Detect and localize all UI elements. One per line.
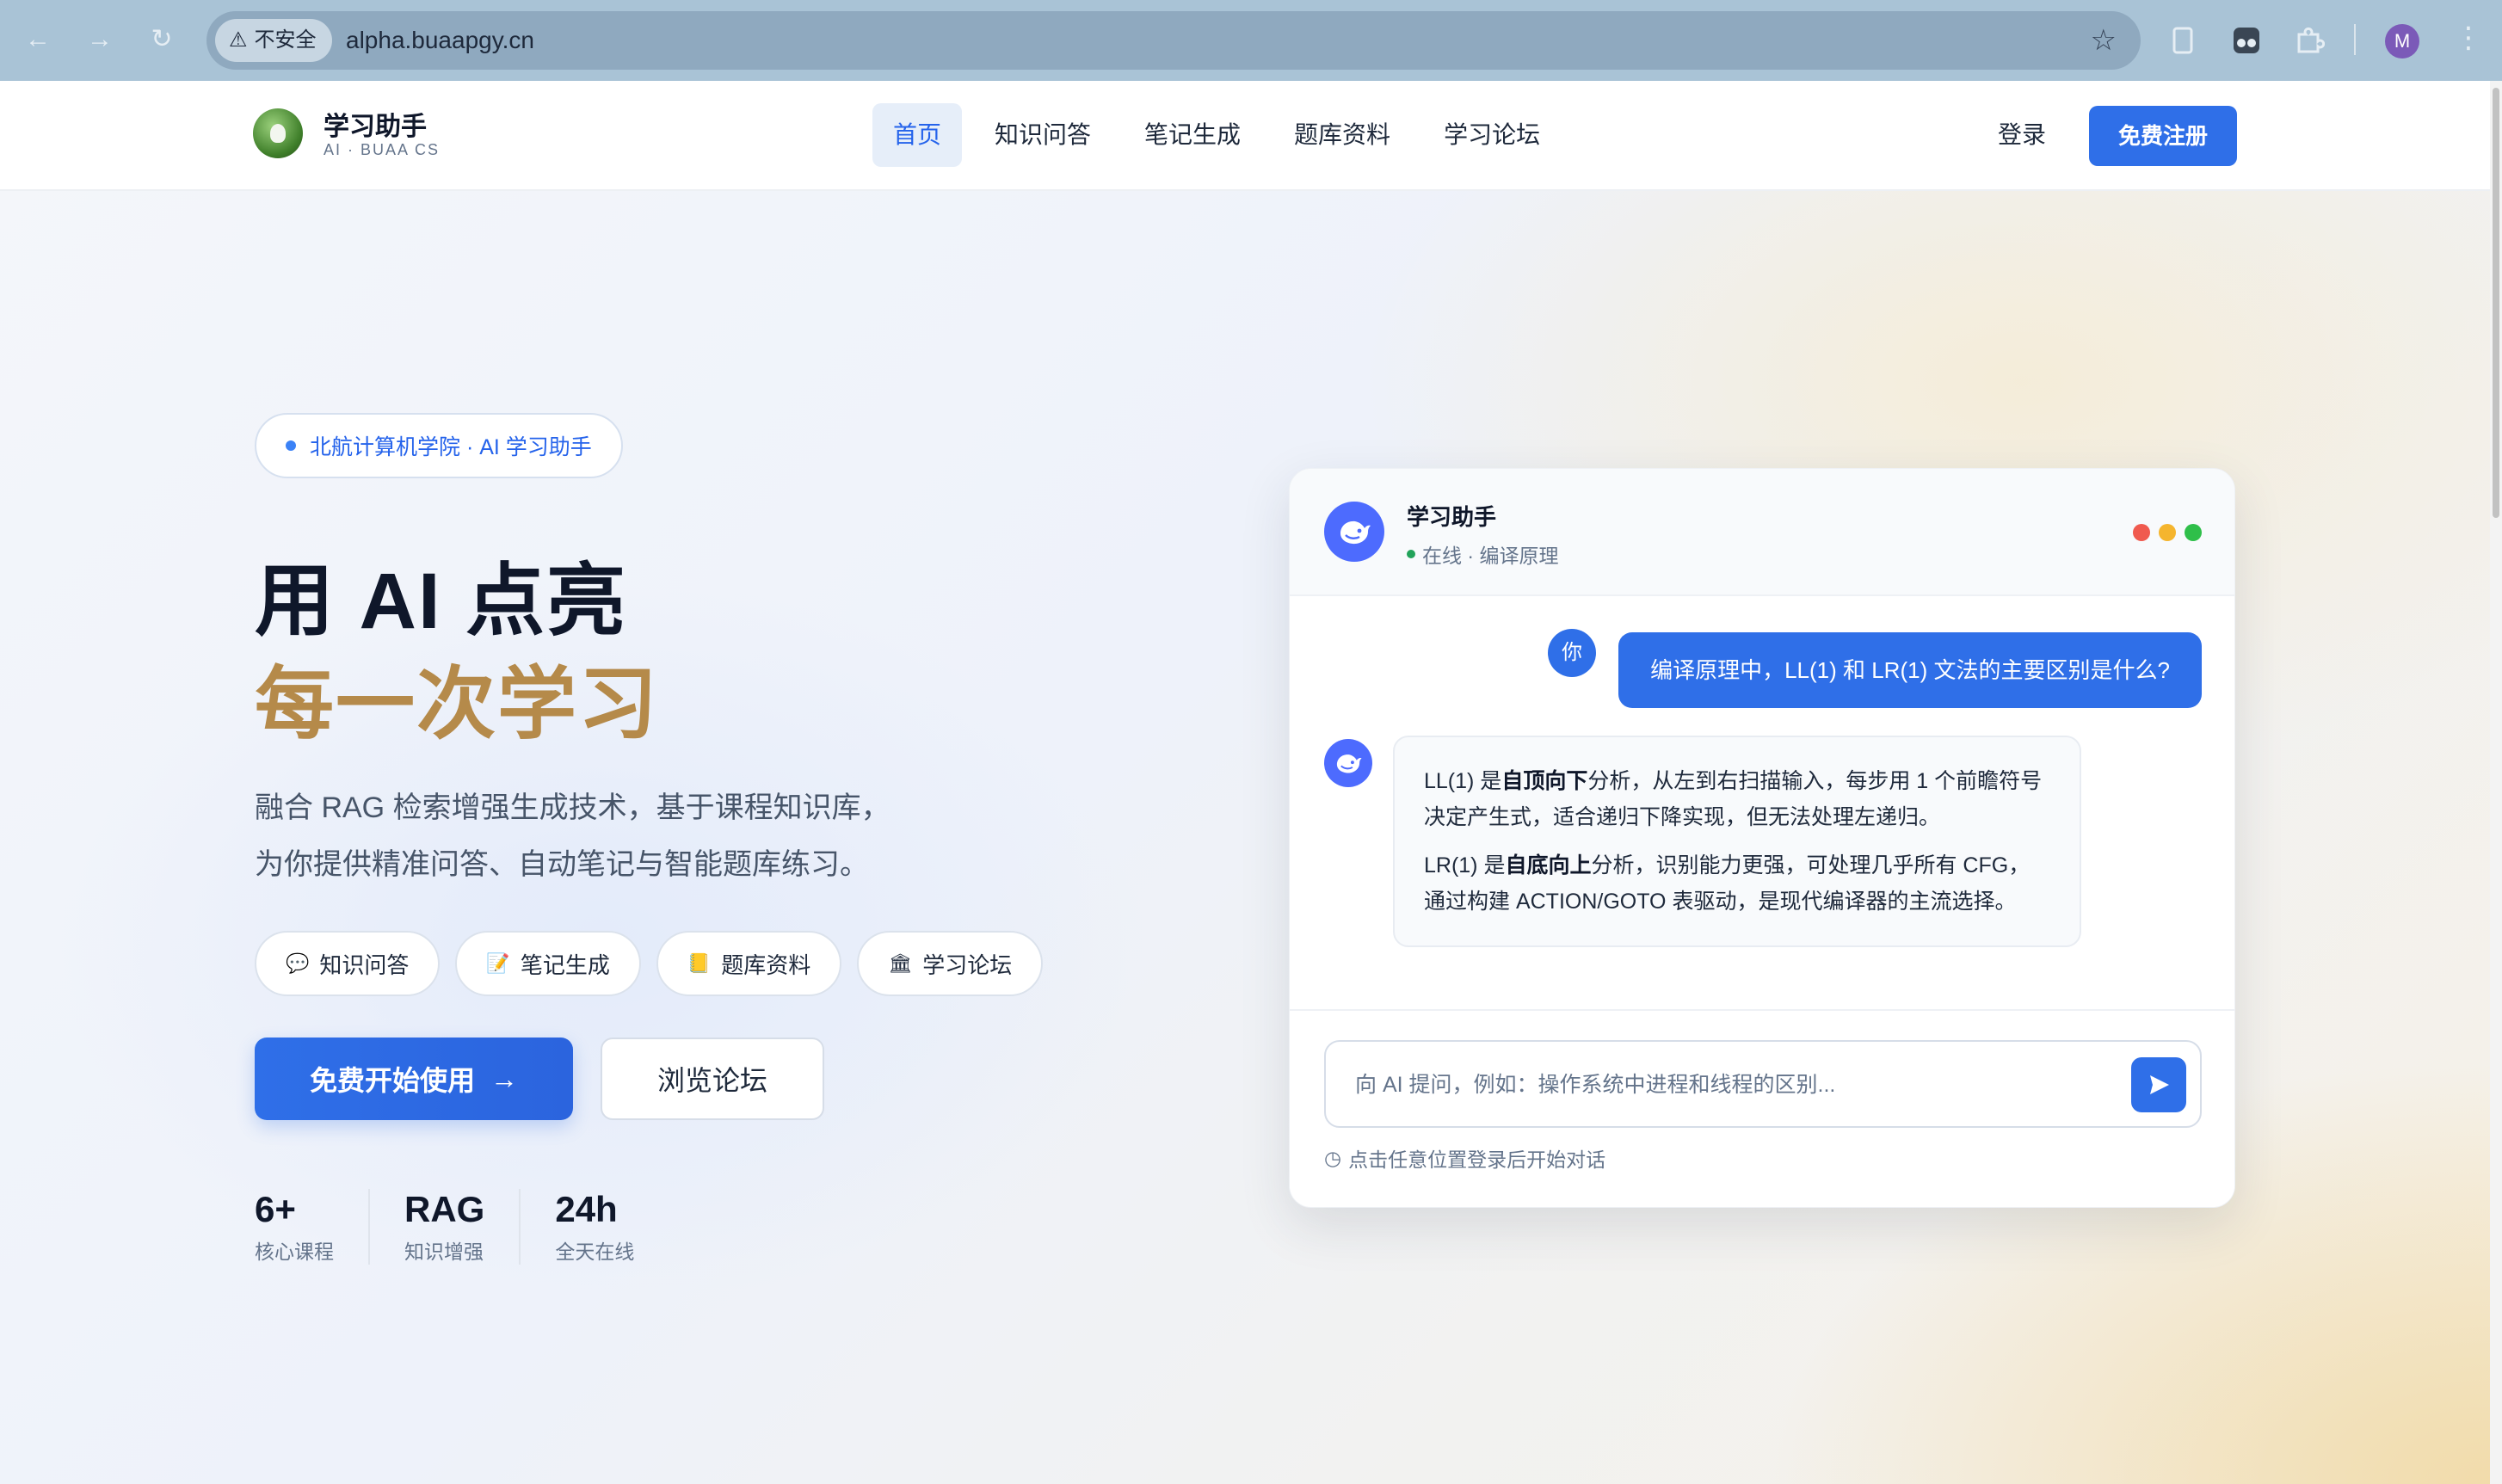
user-avatar: 你 — [1548, 629, 1596, 677]
chat-status-text: 在线 · 编译原理 — [1422, 545, 1559, 567]
reload-icon[interactable]: ↻ — [145, 22, 179, 57]
assistant-message: LL(1) 是自顶向下分析，从左到右扫描输入，每步用 1 个前瞻符号决定产生式，… — [1393, 736, 2081, 947]
chat-title: 学习助手 — [1407, 504, 1497, 530]
yellow-dot-icon — [2159, 524, 2176, 541]
chat-footer: 向 AI 提问，例如：操作系统中进程和线程的区别... ◷ 点击任意位置登录后开… — [1290, 1009, 2234, 1207]
security-indicator[interactable]: ⚠ 不安全 — [215, 19, 332, 62]
badge-dot-icon — [286, 440, 296, 451]
nav-item-question-bank[interactable]: 题库资料 — [1273, 103, 1411, 167]
browser-toolbar: ← → ↻ ⚠ 不安全 alpha.buaapgy.cn ☆ M ⋮ — [0, 0, 2502, 81]
stats-row: 6+ 核心课程 RAG 知识增强 24h 全天在线 — [255, 1189, 703, 1265]
chat-input-placeholder: 向 AI 提问，例如：操作系统中进程和线程的区别... — [1355, 1073, 1836, 1097]
answer-paragraph-ll1: LL(1) 是自顶向下分析，从左到右扫描输入，每步用 1 个前瞻符号决定产生式，… — [1424, 769, 2043, 829]
feature-chips: 💬 知识问答 📝 笔记生成 📒 题库资料 🏛 学习论坛 — [255, 931, 1044, 996]
nav-item-qa[interactable]: 知识问答 — [974, 103, 1112, 167]
browse-forum-button[interactable]: 浏览论坛 — [601, 1038, 824, 1120]
nav-item-home[interactable]: 首页 — [872, 103, 963, 167]
signup-button[interactable]: 免费注册 — [2089, 106, 2237, 166]
arrow-right-icon: → — [490, 1062, 518, 1094]
back-arrow-icon[interactable]: ← — [21, 22, 55, 57]
address-bar[interactable]: ⚠ 不安全 alpha.buaapgy.cn ☆ — [206, 11, 2141, 70]
user-message: 编译原理中，LL(1) 和 LR(1) 文法的主要区别是什么? — [1618, 632, 2202, 708]
url-text[interactable]: alpha.buaapgy.cn — [346, 11, 534, 70]
stat-value: 24h — [555, 1189, 618, 1229]
send-arrow-icon — [2150, 1075, 2169, 1094]
clock-icon: ◷ — [1324, 1146, 1342, 1169]
warning-triangle-icon: ⚠ — [229, 28, 248, 52]
chip-qa[interactable]: 💬 知识问答 — [255, 931, 441, 996]
stat-value: RAG — [404, 1189, 485, 1229]
hero-badge-label: 北航计算机学院 · AI 学习助手 — [310, 435, 592, 459]
toolbar-divider — [2354, 24, 2356, 55]
main-nav: 首页 知识问答 笔记生成 题库资料 学习论坛 — [872, 103, 1561, 167]
chat-status: 在线 · 编译原理 — [1407, 539, 1558, 569]
stat-label: 知识增强 — [404, 1241, 484, 1263]
forward-arrow-icon[interactable]: → — [83, 22, 117, 57]
extensions-puzzle-icon[interactable] — [2292, 24, 2325, 57]
chip-label: 题库资料 — [721, 951, 811, 978]
chip-label: 笔记生成 — [520, 951, 610, 978]
chat-input[interactable]: 向 AI 提问，例如：操作系统中进程和线程的区别... — [1324, 1040, 2202, 1128]
site-header: 学习助手 AI · BUAA CS 首页 知识问答 笔记生成 题库资料 学习论坛… — [0, 81, 2490, 191]
chip-label: 学习论坛 — [922, 951, 1013, 978]
whale-bot-icon — [1324, 739, 1372, 787]
stat-label: 全天在线 — [555, 1241, 635, 1263]
chat-preview-card[interactable]: 学习助手 在线 · 编译原理 你 编译原理中，LL(1) 和 LR(1) 文法的… — [1289, 468, 2235, 1208]
chip-label: 知识问答 — [319, 951, 410, 978]
stat-label: 核心课程 — [255, 1241, 334, 1263]
chip-question-bank[interactable]: 📒 题库资料 — [656, 931, 842, 996]
page-scrollbar[interactable] — [2490, 81, 2502, 1484]
security-label: 不安全 — [254, 28, 317, 52]
stat-courses: 6+ 核心课程 — [255, 1189, 370, 1265]
login-hint: ◷ 点击任意位置登录后开始对话 — [1324, 1143, 1605, 1173]
red-dot-icon — [2133, 524, 2150, 541]
hero-badge: 北航计算机学院 · AI 学习助手 — [255, 413, 623, 478]
nav-item-notes[interactable]: 笔记生成 — [1124, 103, 1261, 167]
hero-title-line2: 每一次学习 — [255, 661, 660, 748]
hero-description-line2: 为你提供精准问答、自动笔记与智能题库练习。 — [255, 848, 869, 881]
start-free-label: 免费开始使用 — [309, 1065, 475, 1096]
window-controls — [2133, 524, 2202, 541]
brand-name[interactable]: 学习助手 — [324, 105, 427, 143]
profile-avatar[interactable]: M — [2385, 24, 2419, 58]
send-button[interactable] — [2131, 1057, 2186, 1112]
hero-description-line1: 融合 RAG 检索增强生成技术，基于课程知识库， — [255, 791, 890, 824]
brand-subtitle: AI · BUAA CS — [324, 141, 441, 158]
page: 学习助手 AI · BUAA CS 首页 知识问答 笔记生成 题库资料 学习论坛… — [0, 81, 2502, 1484]
hero-description: 融合 RAG 检索增强生成技术，基于课程知识库， 为你提供精准问答、自动笔记与智… — [255, 779, 1029, 893]
login-link[interactable]: 登录 — [1998, 103, 2046, 167]
chat-header: 学习助手 在线 · 编译原理 — [1290, 469, 2234, 596]
green-dot-icon — [2185, 524, 2202, 541]
start-free-button[interactable]: 免费开始使用 → — [255, 1038, 573, 1120]
classical-building-icon: 🏛 — [888, 952, 913, 974]
chip-notes[interactable]: 📝 笔记生成 — [455, 931, 641, 996]
chip-forum[interactable]: 🏛 学习论坛 — [857, 931, 1044, 996]
document-icon[interactable] — [2166, 24, 2199, 57]
memo-icon: 📝 — [486, 952, 510, 974]
scrollbar-thumb[interactable] — [2493, 88, 2499, 518]
speech-bubble-icon: 💬 — [286, 952, 310, 974]
bookmark-star-icon[interactable]: ☆ — [2091, 11, 2117, 70]
browser-menu-icon[interactable]: ⋮ — [2454, 21, 2483, 55]
stat-rag: RAG 知识增强 — [404, 1189, 521, 1265]
hero-title-line1: 用 AI 点亮 — [255, 557, 628, 645]
login-hint-text: 点击任意位置登录后开始对话 — [1348, 1148, 1606, 1171]
incognito-icon[interactable] — [2230, 24, 2263, 57]
online-dot-icon — [1407, 550, 1415, 558]
logo-icon[interactable] — [253, 108, 303, 158]
nav-item-forum[interactable]: 学习论坛 — [1423, 103, 1561, 167]
notebook-icon: 📒 — [687, 952, 712, 974]
answer-paragraph-lr1: LR(1) 是自底向上分析，识别能力更强，可处理几乎所有 CFG，通过构建 AC… — [1424, 853, 2031, 914]
whale-bot-icon — [1324, 502, 1384, 562]
stat-online: 24h 全天在线 — [555, 1189, 669, 1265]
stat-value: 6+ — [255, 1189, 296, 1229]
